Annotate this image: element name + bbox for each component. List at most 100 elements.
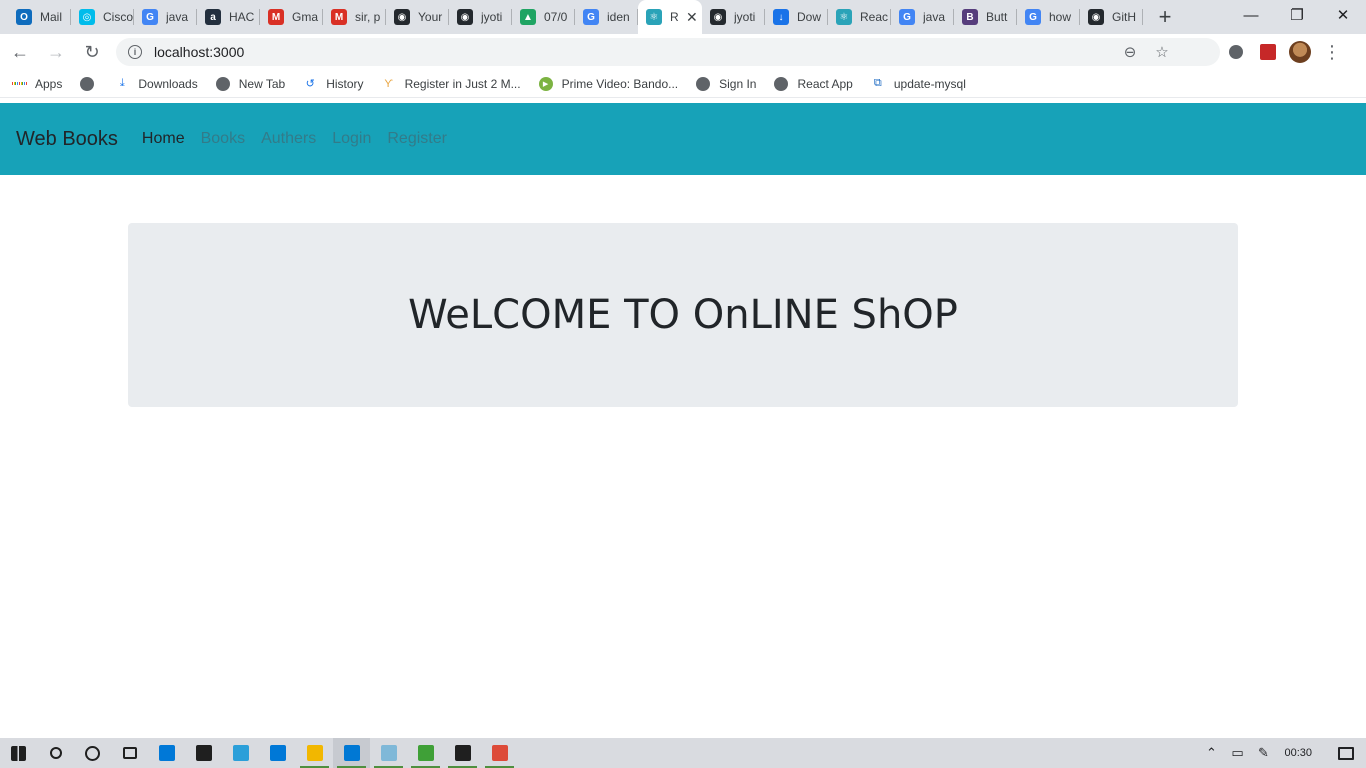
restore-button[interactable]: ❐ xyxy=(1274,0,1320,30)
browser-tab[interactable]: ▲ 07/0 xyxy=(512,0,575,34)
browser-tab[interactable]: a HAC xyxy=(197,0,260,34)
bookmark-star-icon[interactable]: ☆ xyxy=(1146,43,1178,61)
bookmark-item[interactable]: New Tab xyxy=(215,76,285,91)
store-icon xyxy=(195,745,212,761)
globe-icon xyxy=(696,76,711,91)
taskbar-button[interactable] xyxy=(333,738,370,768)
browser-tab[interactable]: ◉ GitH xyxy=(1080,0,1143,34)
bookmark-item[interactable]: ↺ History xyxy=(303,76,364,91)
taskbar-button[interactable] xyxy=(481,738,518,768)
browser-tab[interactable]: Giden xyxy=(575,0,638,34)
taskbar-button[interactable] xyxy=(370,738,407,768)
browser-tab[interactable]: ◎ Cisco xyxy=(71,0,134,34)
taskbar-button[interactable] xyxy=(407,738,444,768)
zoom-icon[interactable]: ⊖ xyxy=(1114,43,1146,61)
new-tab-button[interactable]: + xyxy=(1151,3,1179,31)
taskbar-button[interactable] xyxy=(0,738,37,768)
browser-tab[interactable]: ◉ jyoti xyxy=(702,0,765,34)
browser-tab[interactable]: O Mail xyxy=(8,0,71,34)
taskbar-button[interactable] xyxy=(74,738,111,768)
browser-tab[interactable]: ⚛ Reac xyxy=(828,0,891,34)
close-window-button[interactable]: ✕ xyxy=(1320,0,1366,30)
taskbar-button[interactable] xyxy=(111,738,148,768)
navbar-brand[interactable]: Web Books xyxy=(16,128,118,151)
forward-button[interactable]: → xyxy=(40,36,72,68)
download-icon: ⤓ xyxy=(119,77,125,89)
profile-button[interactable] xyxy=(1284,36,1316,68)
tab-title: GitH xyxy=(1112,10,1136,24)
browser-menu-button[interactable]: ⋮ xyxy=(1316,36,1348,68)
hero-title: WeLCOME TO OnLINE ShOP xyxy=(408,292,958,338)
action-center-button[interactable] xyxy=(1326,738,1366,768)
reload-icon: ↻ xyxy=(84,41,100,62)
address-input[interactable] xyxy=(154,44,1114,60)
taskbar-button[interactable] xyxy=(296,738,333,768)
taskbar-button[interactable] xyxy=(185,738,222,768)
nav-link-authers[interactable]: Authers xyxy=(261,130,316,148)
taskbar-button[interactable] xyxy=(148,738,185,768)
browser-tab[interactable]: ⚛ R ✕ xyxy=(638,0,702,34)
browser-tab[interactable]: ◉ jyoti xyxy=(449,0,512,34)
bookmark-item[interactable]: ϒ Register in Just 2 M... xyxy=(382,77,520,91)
search-icon xyxy=(49,747,62,759)
avatar xyxy=(1289,41,1311,63)
google-icon: G xyxy=(583,9,599,25)
reload-button[interactable]: ↻ xyxy=(76,36,108,68)
bookmark-item[interactable]: ⤓ Downloads xyxy=(115,76,198,91)
tab-title: java xyxy=(923,10,946,24)
omnibox[interactable]: i ⊖ ☆ xyxy=(116,38,1220,66)
bookmark-item[interactable]: React App xyxy=(774,76,853,91)
bookmark-label: Downloads xyxy=(138,76,198,91)
google-icon: G xyxy=(1025,9,1041,25)
tray-chevron-icon[interactable]: ⌃ xyxy=(1198,745,1224,761)
bookmark-item[interactable]: ⧉ update-mysql xyxy=(871,77,966,91)
taskbar-clock[interactable]: 00:30 xyxy=(1284,747,1312,759)
tab-title: jyoti xyxy=(734,10,756,24)
extension-button[interactable] xyxy=(1252,36,1284,68)
battery-icon[interactable]: ▭ xyxy=(1224,745,1250,761)
bookmark-item[interactable]: Sign In xyxy=(696,76,756,91)
extension-button[interactable] xyxy=(1220,36,1252,68)
taskbar-button[interactable] xyxy=(444,738,481,768)
windows-taskbar: ⌃ ▭ ✎ 00:30 xyxy=(0,738,1366,768)
browser-tab[interactable]: ↓ Dow xyxy=(765,0,828,34)
tab-title: Your xyxy=(418,10,443,24)
site-info-icon[interactable]: i xyxy=(128,45,142,59)
amazon-icon: a xyxy=(205,9,221,25)
browser-tab[interactable]: ◉ Your xyxy=(386,0,449,34)
gmail-icon: M xyxy=(331,9,347,25)
close-tab-icon[interactable]: ✕ xyxy=(686,9,698,26)
notepad-icon xyxy=(380,745,397,761)
minimize-button[interactable]: — xyxy=(1228,0,1274,30)
bookmark-item[interactable]: Apps xyxy=(12,77,62,91)
github-icon: ◉ xyxy=(394,9,410,25)
browser-tab[interactable]: Msir, p xyxy=(323,0,386,34)
browser-tab[interactable]: M Gma xyxy=(260,0,323,34)
tab-title: HAC xyxy=(229,10,255,24)
bookmark-item[interactable] xyxy=(80,76,103,91)
browser-tab[interactable]: Gjava xyxy=(891,0,954,34)
browser-tab[interactable]: Ghow xyxy=(1017,0,1080,34)
globe-icon xyxy=(215,76,230,91)
apps-grid-icon xyxy=(12,77,26,91)
back-button[interactable]: ← xyxy=(4,36,36,68)
browser-tab[interactable]: B Butt xyxy=(954,0,1017,34)
nav-link-home[interactable]: Home xyxy=(142,130,185,148)
bookmarks-bar: Apps ⤓ Downloads New Tab ↺ History ϒ Register i… xyxy=(0,70,1366,98)
nav-link-books[interactable]: Books xyxy=(201,130,245,148)
taskbar-button[interactable] xyxy=(222,738,259,768)
nav-link-login[interactable]: Login xyxy=(332,130,371,148)
taskbar-button[interactable] xyxy=(37,738,74,768)
bookmark-item[interactable]: ▶ Prime Video: Bando... xyxy=(538,76,678,91)
google-icon: G xyxy=(899,9,915,25)
tab-title: Butt xyxy=(986,10,1008,24)
bookmark-label: History xyxy=(326,76,364,91)
taskbar-apps xyxy=(0,738,518,768)
bookmark-label: React App xyxy=(797,76,853,91)
pen-icon[interactable]: ✎ xyxy=(1250,745,1276,761)
tab-list: O Mail ◎ Cisco Gjava a HAC M Gma Msir, p ◉ Your ◉ jyo… xyxy=(0,0,1179,34)
download-icon: ↓ xyxy=(773,9,789,25)
taskbar-button[interactable] xyxy=(259,738,296,768)
nav-link-register[interactable]: Register xyxy=(387,130,447,148)
browser-tab[interactable]: Gjava xyxy=(134,0,197,34)
